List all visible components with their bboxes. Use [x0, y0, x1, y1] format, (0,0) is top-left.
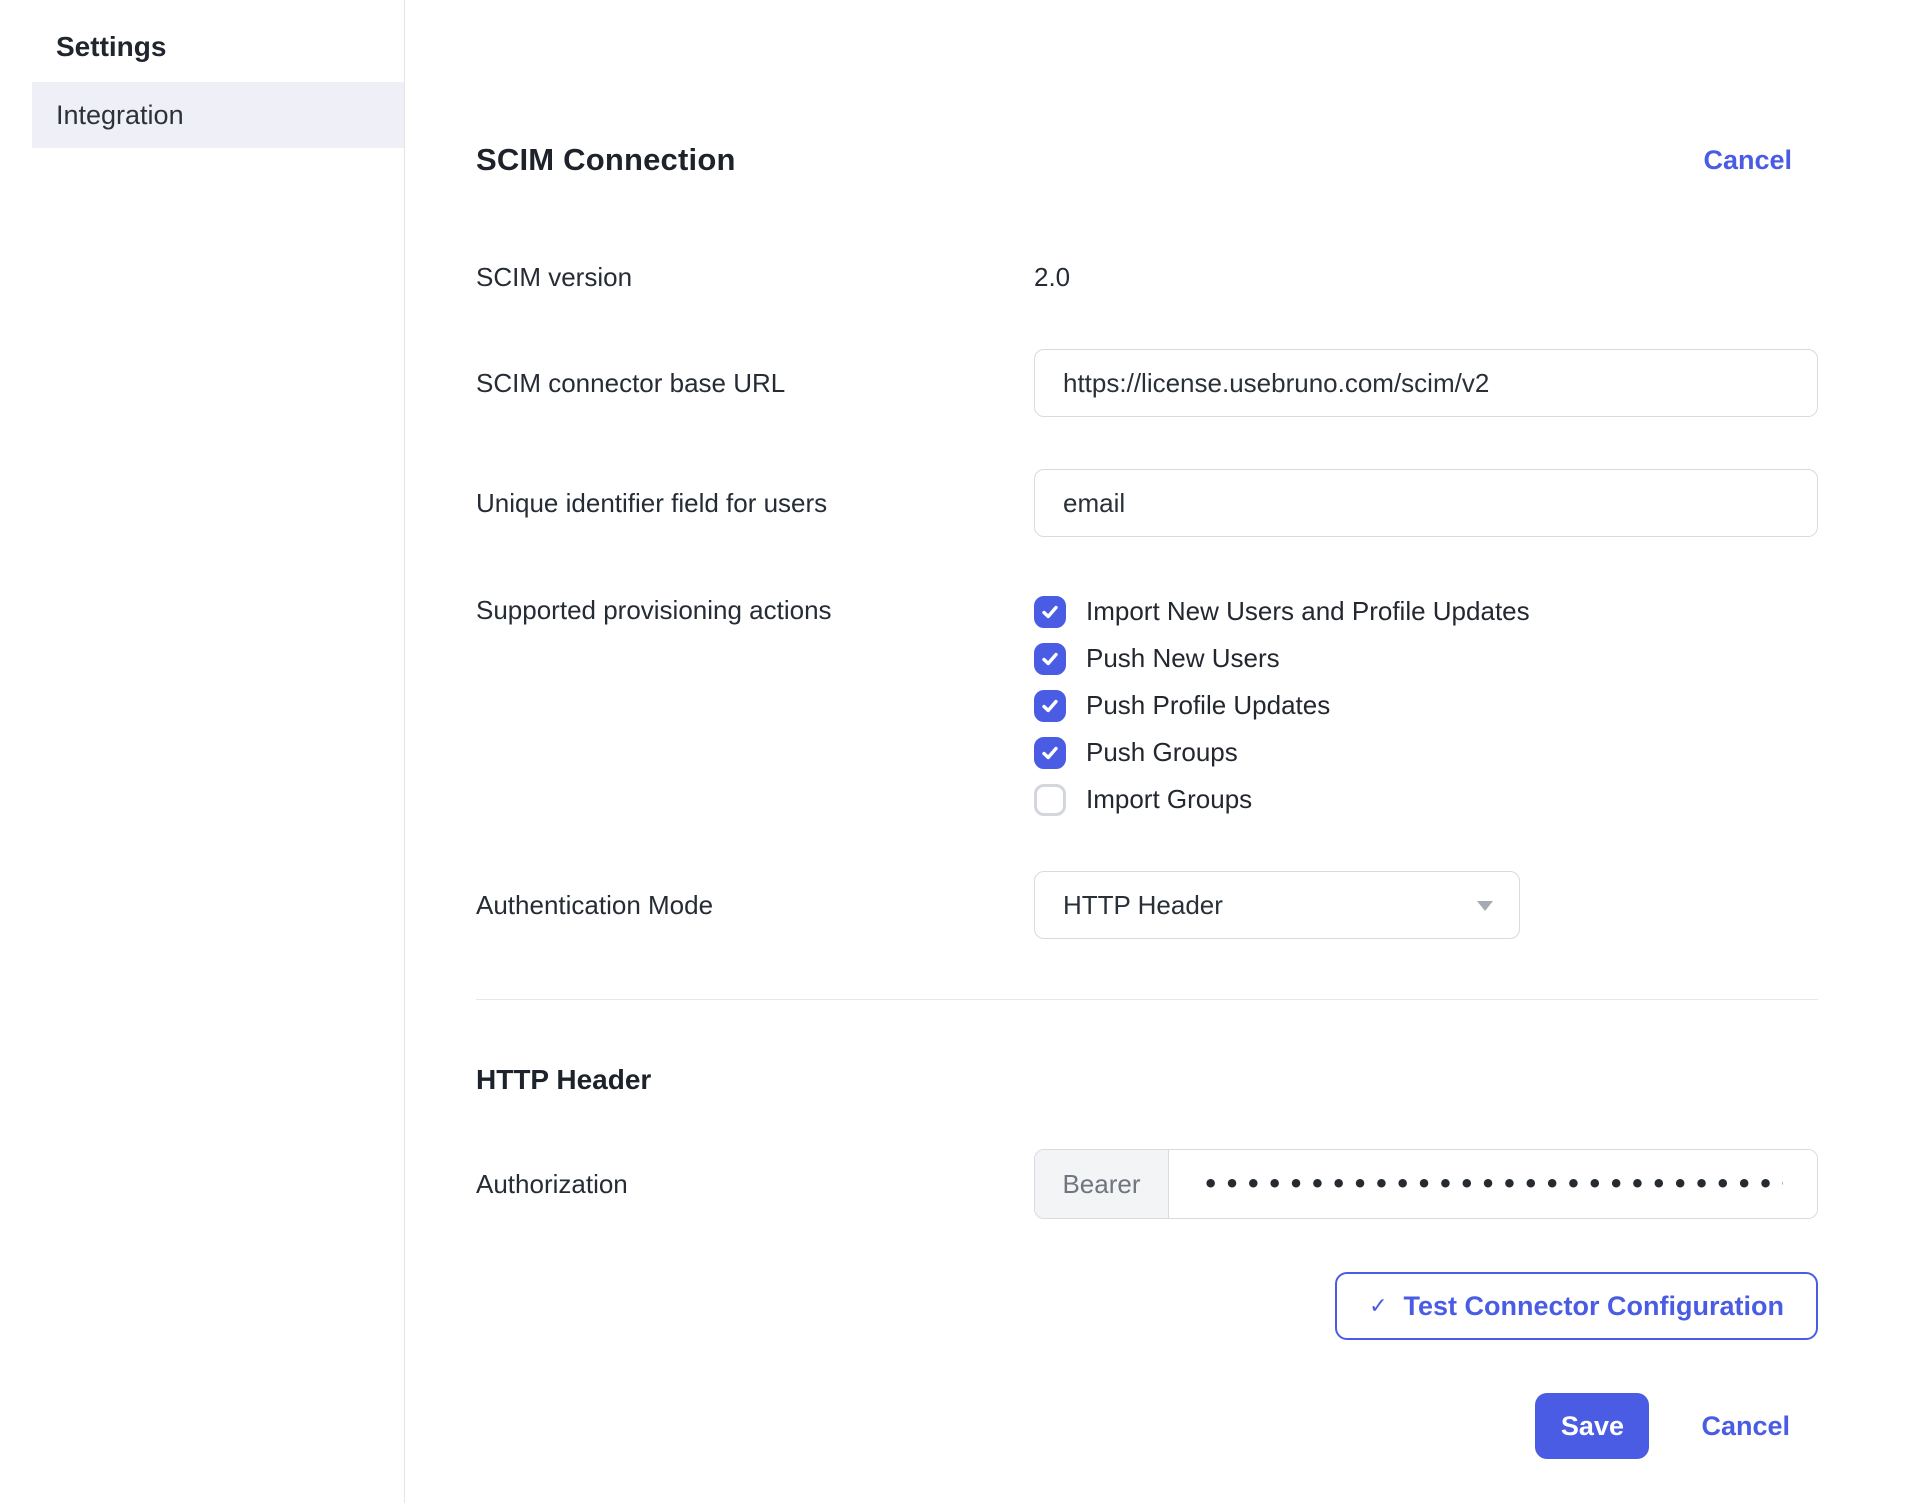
- checkbox-label: Push Groups: [1086, 737, 1238, 768]
- checkbox-row-push-new-users: Push New Users: [1034, 642, 1530, 675]
- provisioning-actions-list: Import New Users and Profile Updates Pus…: [1034, 595, 1530, 816]
- push-new-users-checkbox[interactable]: [1034, 643, 1066, 675]
- push-profile-updates-checkbox[interactable]: [1034, 690, 1066, 722]
- authentication-mode-select[interactable]: HTTP Header: [1034, 871, 1520, 939]
- sidebar-item-integration[interactable]: Integration: [32, 82, 404, 148]
- page-header: SCIM Connection Cancel: [476, 142, 1818, 178]
- checkbox-label: Push Profile Updates: [1086, 690, 1330, 721]
- test-connector-label: Test Connector Configuration: [1404, 1291, 1784, 1322]
- authorization-input-group: Bearer: [1034, 1149, 1818, 1219]
- import-groups-checkbox[interactable]: [1034, 784, 1066, 816]
- sidebar-heading: Settings: [0, 30, 404, 64]
- base-url-input[interactable]: [1034, 349, 1818, 417]
- page-title: SCIM Connection: [476, 142, 736, 178]
- main-content: SCIM Connection Cancel SCIM version 2.0 …: [405, 0, 1920, 1503]
- checkbox-label: Push New Users: [1086, 643, 1280, 674]
- form-row-authorization: Authorization Bearer: [476, 1149, 1818, 1219]
- form-row-unique-identifier: Unique identifier field for users: [476, 469, 1818, 537]
- form-row-base-url: SCIM connector base URL: [476, 349, 1818, 417]
- scim-version-value: 2.0: [1034, 262, 1070, 293]
- checkbox-row-import-groups: Import Groups: [1034, 783, 1530, 816]
- checkbox-row-import-new-users: Import New Users and Profile Updates: [1034, 595, 1530, 628]
- authorization-token-input[interactable]: [1169, 1150, 1817, 1218]
- form-actions-row: Save Cancel: [476, 1393, 1818, 1459]
- checkmark-icon: [1040, 696, 1060, 716]
- authorization-label: Authorization: [476, 1169, 1034, 1200]
- checkbox-label: Import Groups: [1086, 784, 1252, 815]
- checkmark-icon: [1040, 602, 1060, 622]
- checkmark-icon: [1040, 743, 1060, 763]
- section-divider: [476, 999, 1818, 1000]
- test-connector-button[interactable]: ✓ Test Connector Configuration: [1335, 1272, 1818, 1340]
- chevron-down-icon: [1477, 901, 1493, 911]
- app-root: Settings Integration SCIM Connection Can…: [0, 0, 1920, 1503]
- form-row-provisioning-actions: Supported provisioning actions Import Ne…: [476, 595, 1818, 816]
- checkmark-icon: [1040, 649, 1060, 669]
- test-connector-row: ✓ Test Connector Configuration: [476, 1272, 1818, 1340]
- sidebar-item-label: Integration: [56, 100, 184, 131]
- push-groups-checkbox[interactable]: [1034, 737, 1066, 769]
- cancel-link-bottom[interactable]: Cancel: [1701, 1411, 1790, 1442]
- save-button[interactable]: Save: [1535, 1393, 1649, 1459]
- form-row-scim-version: SCIM version 2.0: [476, 262, 1818, 293]
- checkbox-row-push-groups: Push Groups: [1034, 736, 1530, 769]
- scim-version-label: SCIM version: [476, 262, 1034, 293]
- cancel-link-top[interactable]: Cancel: [1703, 145, 1792, 176]
- unique-identifier-input[interactable]: [1034, 469, 1818, 537]
- authentication-mode-label: Authentication Mode: [476, 890, 1034, 921]
- bearer-prefix: Bearer: [1035, 1150, 1169, 1218]
- sidebar: Settings Integration: [0, 0, 405, 1503]
- base-url-label: SCIM connector base URL: [476, 368, 1034, 399]
- checkbox-row-push-profile-updates: Push Profile Updates: [1034, 689, 1530, 722]
- provisioning-actions-label: Supported provisioning actions: [476, 595, 1034, 626]
- form-row-authentication-mode: Authentication Mode HTTP Header: [476, 871, 1818, 939]
- unique-identifier-label: Unique identifier field for users: [476, 488, 1034, 519]
- check-icon: ✓: [1369, 1295, 1387, 1317]
- http-header-section-title: HTTP Header: [476, 1064, 1818, 1096]
- authentication-mode-value: HTTP Header: [1063, 890, 1223, 921]
- checkbox-label: Import New Users and Profile Updates: [1086, 596, 1530, 627]
- import-new-users-checkbox[interactable]: [1034, 596, 1066, 628]
